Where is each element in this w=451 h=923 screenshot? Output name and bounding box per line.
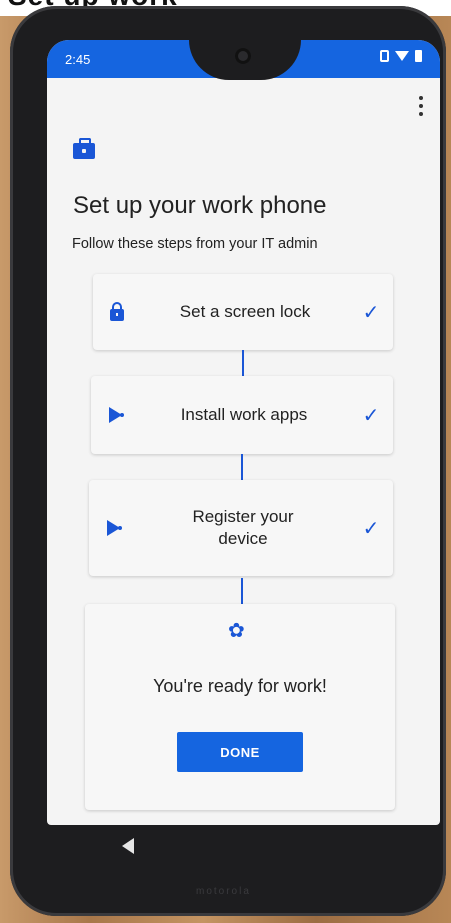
- step-connector: [241, 454, 243, 480]
- party-popper-icon: ✿: [228, 620, 245, 642]
- overflow-menu-icon[interactable]: [414, 96, 428, 116]
- wifi-icon: [395, 51, 409, 61]
- step-connector: [242, 350, 244, 376]
- phone-body: 2:45 Set up your work phone Follow these…: [10, 6, 446, 916]
- battery-icon: [415, 50, 422, 62]
- front-camera: [235, 48, 251, 64]
- screen: 2:45 Set up your work phone Follow these…: [47, 40, 440, 825]
- ready-card: ✿ You're ready for work! DONE: [85, 604, 395, 810]
- play-store-icon: [89, 520, 137, 536]
- lock-icon: [93, 302, 141, 321]
- play-store-icon: [91, 407, 139, 423]
- vibrate-icon: [380, 50, 389, 62]
- page-subtitle: Follow these steps from your IT admin: [72, 236, 318, 252]
- step-label: Set a screen lock: [179, 302, 311, 321]
- step-label: Install work apps: [180, 405, 308, 424]
- step-card-register-device[interactable]: Register your device ✓: [89, 480, 393, 576]
- step-card-screen-lock[interactable]: Set a screen lock ✓: [93, 274, 393, 350]
- brand-logo: motorola: [196, 886, 251, 897]
- status-time: 2:45: [65, 52, 91, 67]
- nav-bar: motorola: [10, 820, 446, 900]
- checkmark-icon: ✓: [362, 517, 380, 540]
- briefcase-icon: [73, 138, 95, 159]
- ready-message: You're ready for work!: [153, 676, 327, 696]
- step-connector: [241, 578, 243, 604]
- checkmark-icon: ✓: [362, 301, 380, 324]
- checkmark-icon: ✓: [362, 404, 380, 427]
- status-icons: [380, 50, 422, 62]
- page-title: Set up your work phone: [73, 192, 327, 219]
- back-icon[interactable]: [122, 838, 134, 854]
- step-label: Register your device: [192, 507, 294, 548]
- done-button[interactable]: DONE: [177, 732, 303, 772]
- step-card-work-apps[interactable]: Install work apps ✓: [91, 376, 393, 454]
